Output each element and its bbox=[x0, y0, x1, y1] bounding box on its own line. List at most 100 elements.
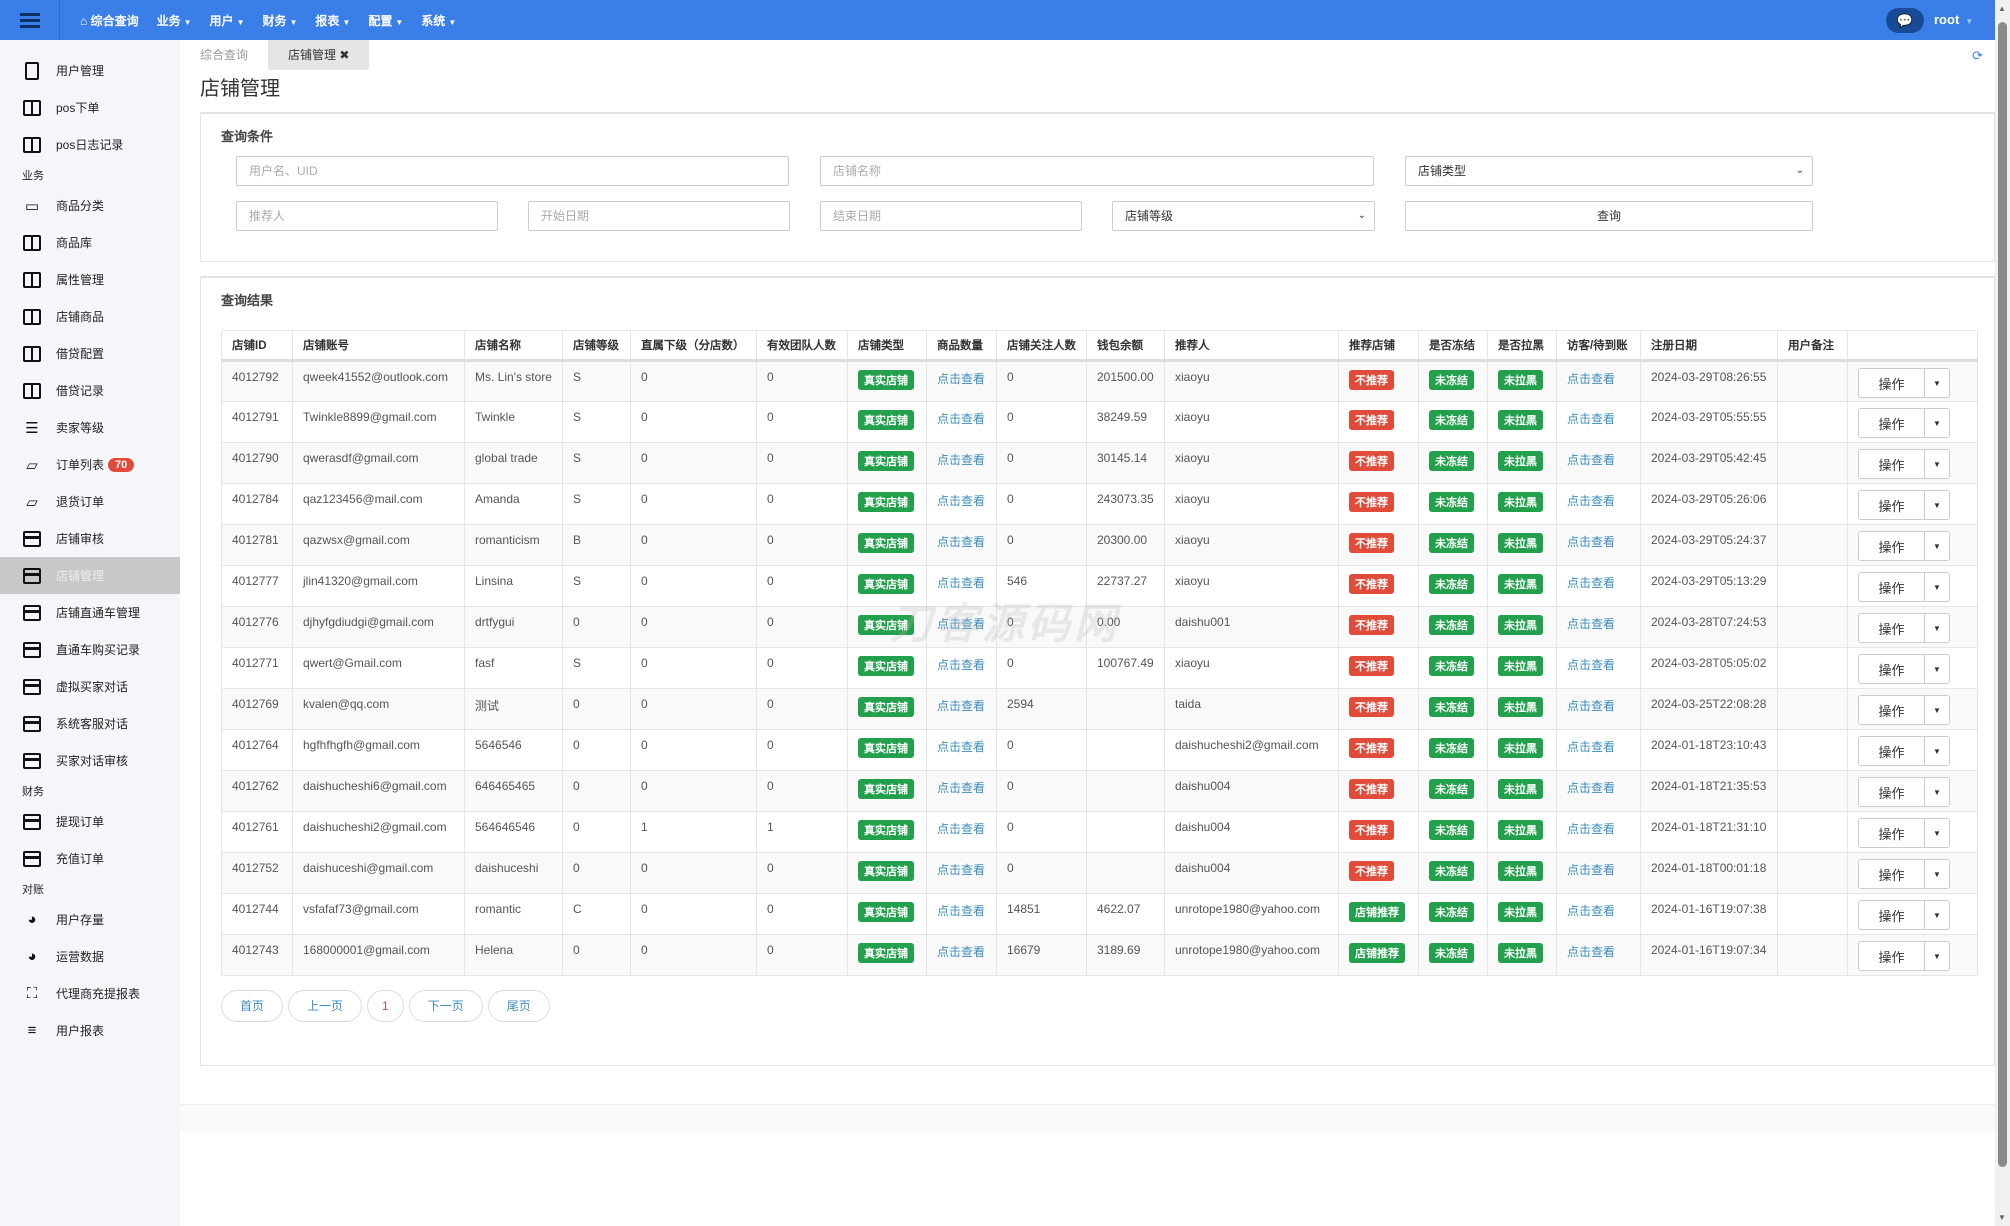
first-page-button[interactable]: 首页 bbox=[221, 990, 284, 1022]
action-button[interactable]: 操作 bbox=[1859, 737, 1925, 765]
caret-down-icon[interactable]: ▼ bbox=[1925, 778, 1949, 806]
sidebar-item[interactable]: ▭ 商品分类 bbox=[0, 187, 180, 224]
action-button[interactable]: 操作 bbox=[1859, 655, 1925, 683]
nav-item[interactable]: 业务 ▼ bbox=[157, 12, 192, 29]
view-visitors-link[interactable]: 点击查看 bbox=[1567, 617, 1615, 631]
sidebar-item[interactable]: 借贷配置 bbox=[0, 335, 180, 372]
view-products-link[interactable]: 点击查看 bbox=[937, 781, 985, 795]
view-products-link[interactable]: 点击查看 bbox=[937, 372, 985, 386]
scroll-up-icon[interactable]: ▲ bbox=[1998, 4, 2006, 13]
view-visitors-link[interactable]: 点击查看 bbox=[1567, 494, 1615, 508]
nav-item[interactable]: 报表 ▼ bbox=[315, 12, 350, 29]
sidebar-item[interactable]: pos下单 bbox=[0, 89, 180, 126]
action-dropdown[interactable]: 操作 ▼ bbox=[1857, 531, 1950, 561]
sidebar-item[interactable]: 店铺管理 bbox=[0, 557, 180, 594]
nav-item[interactable]: 用户 ▼ bbox=[210, 12, 245, 29]
view-products-link[interactable]: 点击查看 bbox=[937, 576, 985, 590]
view-products-link[interactable]: 点击查看 bbox=[937, 494, 985, 508]
view-products-link[interactable]: 点击查看 bbox=[937, 699, 985, 713]
user-uid-input[interactable]: 用户名、UID bbox=[236, 156, 789, 186]
caret-down-icon[interactable]: ▼ bbox=[1925, 614, 1949, 642]
view-products-link[interactable]: 点击查看 bbox=[937, 863, 985, 877]
sidebar-item[interactable]: ⛶ 代理商充提报表 bbox=[0, 975, 180, 1012]
menu-toggle-icon[interactable] bbox=[0, 0, 60, 40]
view-visitors-link[interactable]: 点击查看 bbox=[1567, 453, 1615, 467]
caret-down-icon[interactable]: ▼ bbox=[1925, 901, 1949, 929]
nav-item[interactable]: 财务 ▼ bbox=[262, 12, 297, 29]
sidebar-item[interactable]: 用户管理 bbox=[0, 52, 180, 89]
close-icon[interactable]: ✖ bbox=[339, 48, 349, 62]
view-products-link[interactable]: 点击查看 bbox=[937, 945, 985, 959]
action-dropdown[interactable]: 操作 ▼ bbox=[1857, 900, 1950, 930]
store-type-select[interactable]: 店铺类型 ⌄ bbox=[1405, 156, 1813, 186]
sidebar-item[interactable]: 系统客服对话 bbox=[0, 705, 180, 742]
view-visitors-link[interactable]: 点击查看 bbox=[1567, 822, 1615, 836]
sidebar-item[interactable]: 店铺审核 bbox=[0, 520, 180, 557]
store-name-input[interactable]: 店铺名称 bbox=[820, 156, 1374, 186]
view-products-link[interactable]: 点击查看 bbox=[937, 412, 985, 426]
sidebar-item[interactable]: pos日志记录 bbox=[0, 126, 180, 163]
last-page-button[interactable]: 尾页 bbox=[487, 990, 550, 1022]
sidebar-item[interactable]: 直通车购买记录 bbox=[0, 631, 180, 668]
action-button[interactable]: 操作 bbox=[1859, 901, 1925, 929]
scrollbar[interactable]: ▲ ▼ bbox=[1995, 0, 2010, 1226]
sidebar-item[interactable]: 充值订单 bbox=[0, 840, 180, 877]
view-visitors-link[interactable]: 点击查看 bbox=[1567, 740, 1615, 754]
action-dropdown[interactable]: 操作 ▼ bbox=[1857, 695, 1950, 725]
caret-down-icon[interactable]: ▼ bbox=[1925, 737, 1949, 765]
view-visitors-link[interactable]: 点击查看 bbox=[1567, 658, 1615, 672]
caret-down-icon[interactable]: ▼ bbox=[1925, 655, 1949, 683]
refresh-icon[interactable]: ⟳ bbox=[1972, 48, 1983, 64]
view-products-link[interactable]: 点击查看 bbox=[937, 904, 985, 918]
action-dropdown[interactable]: 操作 ▼ bbox=[1857, 368, 1950, 398]
view-visitors-link[interactable]: 点击查看 bbox=[1567, 904, 1615, 918]
scroll-down-icon[interactable]: ▼ bbox=[1998, 1213, 2006, 1222]
action-dropdown[interactable]: 操作 ▼ bbox=[1857, 449, 1950, 479]
caret-down-icon[interactable]: ▼ bbox=[1925, 860, 1949, 888]
user-menu[interactable]: root ▼ bbox=[1934, 12, 1973, 27]
view-products-link[interactable]: 点击查看 bbox=[937, 535, 985, 549]
start-date-input[interactable]: 开始日期 bbox=[528, 201, 790, 231]
view-visitors-link[interactable]: 点击查看 bbox=[1567, 781, 1615, 795]
search-button[interactable]: 查询 bbox=[1405, 201, 1813, 231]
nav-item[interactable]: 配置 ▼ bbox=[368, 12, 403, 29]
action-button[interactable]: 操作 bbox=[1859, 696, 1925, 724]
tab-store-management[interactable]: 店铺管理 ✖ bbox=[268, 40, 370, 70]
caret-down-icon[interactable]: ▼ bbox=[1925, 573, 1949, 601]
sidebar-item[interactable]: 店铺直通车管理 bbox=[0, 594, 180, 631]
action-button[interactable]: 操作 bbox=[1859, 369, 1925, 397]
current-page[interactable]: 1 bbox=[367, 990, 404, 1022]
view-visitors-link[interactable]: 点击查看 bbox=[1567, 372, 1615, 386]
sidebar-item[interactable]: ☰ 卖家等级 bbox=[0, 409, 180, 446]
action-dropdown[interactable]: 操作 ▼ bbox=[1857, 654, 1950, 684]
action-dropdown[interactable]: 操作 ▼ bbox=[1857, 408, 1950, 438]
view-products-link[interactable]: 点击查看 bbox=[937, 658, 985, 672]
action-button[interactable]: 操作 bbox=[1859, 778, 1925, 806]
caret-down-icon[interactable]: ▼ bbox=[1925, 409, 1949, 437]
action-dropdown[interactable]: 操作 ▼ bbox=[1857, 490, 1950, 520]
action-dropdown[interactable]: 操作 ▼ bbox=[1857, 613, 1950, 643]
sidebar-item[interactable]: ≡ 用户报表 bbox=[0, 1012, 180, 1049]
sidebar-item[interactable]: 店铺商品 bbox=[0, 298, 180, 335]
view-visitors-link[interactable]: 点击查看 bbox=[1567, 535, 1615, 549]
action-button[interactable]: 操作 bbox=[1859, 409, 1925, 437]
store-level-select[interactable]: 店铺等级 ⌄ bbox=[1112, 201, 1375, 231]
view-products-link[interactable]: 点击查看 bbox=[937, 822, 985, 836]
nav-item[interactable]: 系统 ▼ bbox=[421, 12, 456, 29]
referrer-input[interactable]: 推荐人 bbox=[236, 201, 498, 231]
sidebar-item[interactable]: 提现订单 bbox=[0, 803, 180, 840]
end-date-input[interactable]: 结束日期 bbox=[820, 201, 1082, 231]
action-button[interactable]: 操作 bbox=[1859, 614, 1925, 642]
caret-down-icon[interactable]: ▼ bbox=[1925, 491, 1949, 519]
sidebar-item[interactable]: 商品库 bbox=[0, 224, 180, 261]
view-visitors-link[interactable]: 点击查看 bbox=[1567, 699, 1615, 713]
sidebar-item[interactable]: ▱ 退货订单 bbox=[0, 483, 180, 520]
view-visitors-link[interactable]: 点击查看 bbox=[1567, 945, 1615, 959]
sidebar-item[interactable]: 虚拟买家对话 bbox=[0, 668, 180, 705]
next-page-button[interactable]: 下一页 bbox=[408, 990, 483, 1022]
action-dropdown[interactable]: 操作 ▼ bbox=[1857, 859, 1950, 889]
chat-icon[interactable]: 💬 bbox=[1886, 8, 1924, 33]
caret-down-icon[interactable]: ▼ bbox=[1925, 450, 1949, 478]
view-visitors-link[interactable]: 点击查看 bbox=[1567, 863, 1615, 877]
sidebar-item[interactable]: 买家对话审核 bbox=[0, 742, 180, 779]
